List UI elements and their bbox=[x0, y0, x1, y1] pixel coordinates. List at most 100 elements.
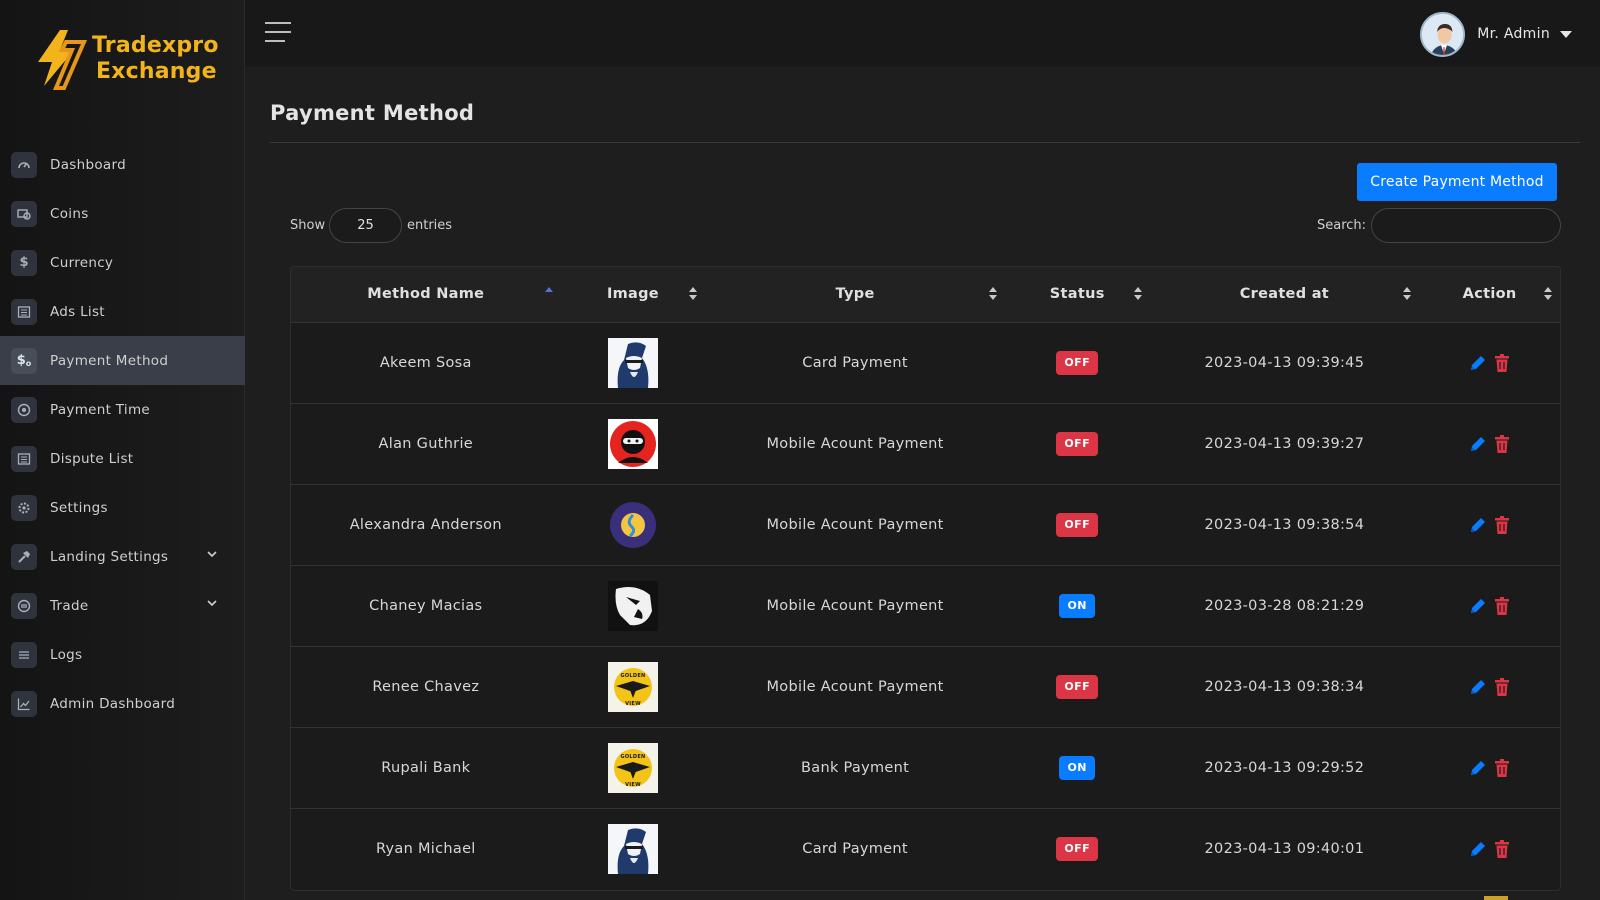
sidebar: Tradexpro Exchange Dashboard Coins $ Cur… bbox=[0, 0, 245, 900]
column-header-type[interactable]: Type bbox=[705, 267, 1004, 322]
delete-trash-icon[interactable] bbox=[1492, 353, 1512, 373]
user-name: Mr. Admin bbox=[1477, 26, 1550, 42]
table-row: Rupali Bank GOLDEN VIEW Bank Payment ON 2023-… bbox=[291, 727, 1560, 808]
sidebar-item-logs[interactable]: Logs bbox=[0, 630, 245, 679]
cell-image: GOLDEN VIEW bbox=[561, 646, 706, 727]
cell-image bbox=[561, 808, 706, 889]
bw-face-logo bbox=[607, 580, 658, 631]
delete-trash-icon[interactable] bbox=[1492, 515, 1512, 535]
edit-pencil-icon[interactable] bbox=[1468, 515, 1488, 535]
payment-methods-table: Method Name Image Type Status Created at… bbox=[290, 266, 1561, 891]
cell-action bbox=[1419, 565, 1560, 646]
edit-pencil-icon[interactable] bbox=[1468, 596, 1488, 616]
status-toggle-badge[interactable]: ON bbox=[1059, 593, 1096, 618]
status-toggle-badge[interactable]: OFF bbox=[1056, 674, 1098, 699]
cell-image: GOLDEN VIEW bbox=[561, 727, 706, 808]
menu-toggle-icon[interactable] bbox=[265, 22, 291, 44]
edit-pencil-icon[interactable] bbox=[1468, 758, 1488, 778]
status-toggle-badge[interactable]: OFF bbox=[1056, 512, 1098, 537]
page-title: Payment Method bbox=[270, 101, 475, 125]
cell-action bbox=[1419, 322, 1560, 403]
list-icon bbox=[11, 298, 37, 325]
sidebar-item-landing-settings[interactable]: Landing Settings bbox=[0, 532, 245, 581]
sidebar-item-admin-dashboard[interactable]: Admin Dashboard bbox=[0, 679, 245, 728]
edit-pencil-icon[interactable] bbox=[1468, 353, 1488, 373]
sidebar-item-ads-list[interactable]: Ads List bbox=[0, 287, 245, 336]
status-toggle-badge[interactable]: OFF bbox=[1056, 836, 1098, 861]
delete-trash-icon[interactable] bbox=[1492, 677, 1512, 697]
edit-pencil-icon[interactable] bbox=[1468, 677, 1488, 697]
svg-text:VIEW: VIEW bbox=[625, 782, 641, 788]
cell-type: Card Payment bbox=[802, 840, 908, 857]
cell-image bbox=[561, 403, 706, 484]
brand-logo[interactable]: Tradexpro Exchange bbox=[30, 28, 220, 94]
hammer-icon bbox=[11, 543, 37, 570]
edit-pencil-icon[interactable] bbox=[1468, 434, 1488, 454]
status-toggle-badge[interactable]: OFF bbox=[1056, 350, 1098, 375]
chevron-down-icon[interactable] bbox=[207, 598, 217, 608]
dollar-icon: $ bbox=[11, 249, 37, 276]
sidebar-item-label: Trade bbox=[50, 597, 89, 614]
avatar bbox=[1420, 11, 1466, 57]
delete-trash-icon[interactable] bbox=[1492, 434, 1512, 454]
cell-created-at: 2023-04-13 09:38:54 bbox=[1204, 516, 1365, 533]
search-input[interactable] bbox=[1371, 208, 1561, 243]
table-header-row: Method Name Image Type Status Created at… bbox=[291, 267, 1560, 322]
column-header-method-name[interactable]: Method Name bbox=[291, 267, 561, 322]
cell-type: Mobile Acount Payment bbox=[766, 435, 944, 452]
column-label: Image bbox=[606, 286, 659, 303]
delete-trash-icon[interactable] bbox=[1492, 758, 1512, 778]
logs-icon bbox=[11, 641, 37, 668]
thief-logo bbox=[607, 823, 658, 874]
user-menu[interactable]: Mr. Admin bbox=[1420, 11, 1572, 57]
edit-pencil-icon[interactable] bbox=[1468, 839, 1488, 859]
golden-view-logo: GOLDEN VIEW bbox=[607, 742, 658, 793]
cell-status: ON bbox=[1005, 565, 1150, 646]
clock-icon bbox=[11, 396, 37, 423]
caret-down-icon bbox=[1560, 30, 1572, 38]
cell-status: ON bbox=[1005, 727, 1150, 808]
column-header-image[interactable]: Image bbox=[561, 267, 706, 322]
sidebar-item-dispute-list[interactable]: Dispute List bbox=[0, 434, 245, 483]
cell-status: OFF bbox=[1005, 322, 1150, 403]
create-payment-method-button[interactable]: Create Payment Method bbox=[1357, 163, 1557, 201]
sidebar-item-label: Coins bbox=[50, 205, 89, 222]
sidebar-item-currency[interactable]: $ Currency bbox=[0, 238, 245, 287]
cell-method-name: Ryan Michael bbox=[375, 840, 476, 857]
divider bbox=[270, 142, 1580, 143]
column-label: Action bbox=[1462, 286, 1517, 303]
sidebar-item-payment-method[interactable]: $ o Payment Method bbox=[0, 336, 245, 385]
sidebar-item-coins[interactable]: Coins bbox=[0, 189, 245, 238]
column-header-action[interactable]: Action bbox=[1419, 267, 1560, 322]
brand-line1: Tradexpro bbox=[92, 33, 219, 58]
status-toggle-badge[interactable]: ON bbox=[1059, 755, 1096, 780]
cell-method-name: Alan Guthrie bbox=[378, 435, 473, 452]
svg-text:VIEW: VIEW bbox=[625, 701, 641, 707]
svg-text:GOLDEN: GOLDEN bbox=[620, 673, 645, 679]
sidebar-item-label: Dispute List bbox=[50, 450, 134, 467]
table-row: Chaney Macias Mobile Acount Payment ON 2023… bbox=[291, 565, 1560, 646]
sidebar-item-dashboard[interactable]: Dashboard bbox=[0, 140, 245, 189]
delete-trash-icon[interactable] bbox=[1492, 596, 1512, 616]
status-toggle-badge[interactable]: OFF bbox=[1056, 431, 1098, 456]
sidebar-item-settings[interactable]: Settings bbox=[0, 483, 245, 532]
sidebar-item-payment-time[interactable]: Payment Time bbox=[0, 385, 245, 434]
column-label: Created at bbox=[1239, 286, 1330, 303]
sidebar-item-trade[interactable]: Trade bbox=[0, 581, 245, 630]
cell-created-at: 2023-03-28 08:21:29 bbox=[1204, 597, 1365, 614]
search-label: Search: bbox=[1317, 218, 1367, 233]
show-label: Show bbox=[290, 218, 326, 233]
delete-trash-icon[interactable] bbox=[1492, 839, 1512, 859]
ninja-logo bbox=[607, 418, 658, 469]
payment-icon: $ o bbox=[11, 347, 37, 374]
cell-type: Bank Payment bbox=[801, 759, 910, 776]
entries-select[interactable]: 25 bbox=[329, 208, 402, 243]
cell-image bbox=[561, 565, 706, 646]
cell-created-at: 2023-04-13 09:29:52 bbox=[1204, 759, 1365, 776]
cell-created-at: 2023-04-13 09:38:34 bbox=[1204, 678, 1365, 695]
brand-line2: Exchange bbox=[96, 59, 217, 84]
column-header-created-at[interactable]: Created at bbox=[1150, 267, 1420, 322]
cell-type: Mobile Acount Payment bbox=[766, 597, 944, 614]
column-header-status[interactable]: Status bbox=[1005, 267, 1150, 322]
chevron-down-icon[interactable] bbox=[207, 549, 217, 559]
